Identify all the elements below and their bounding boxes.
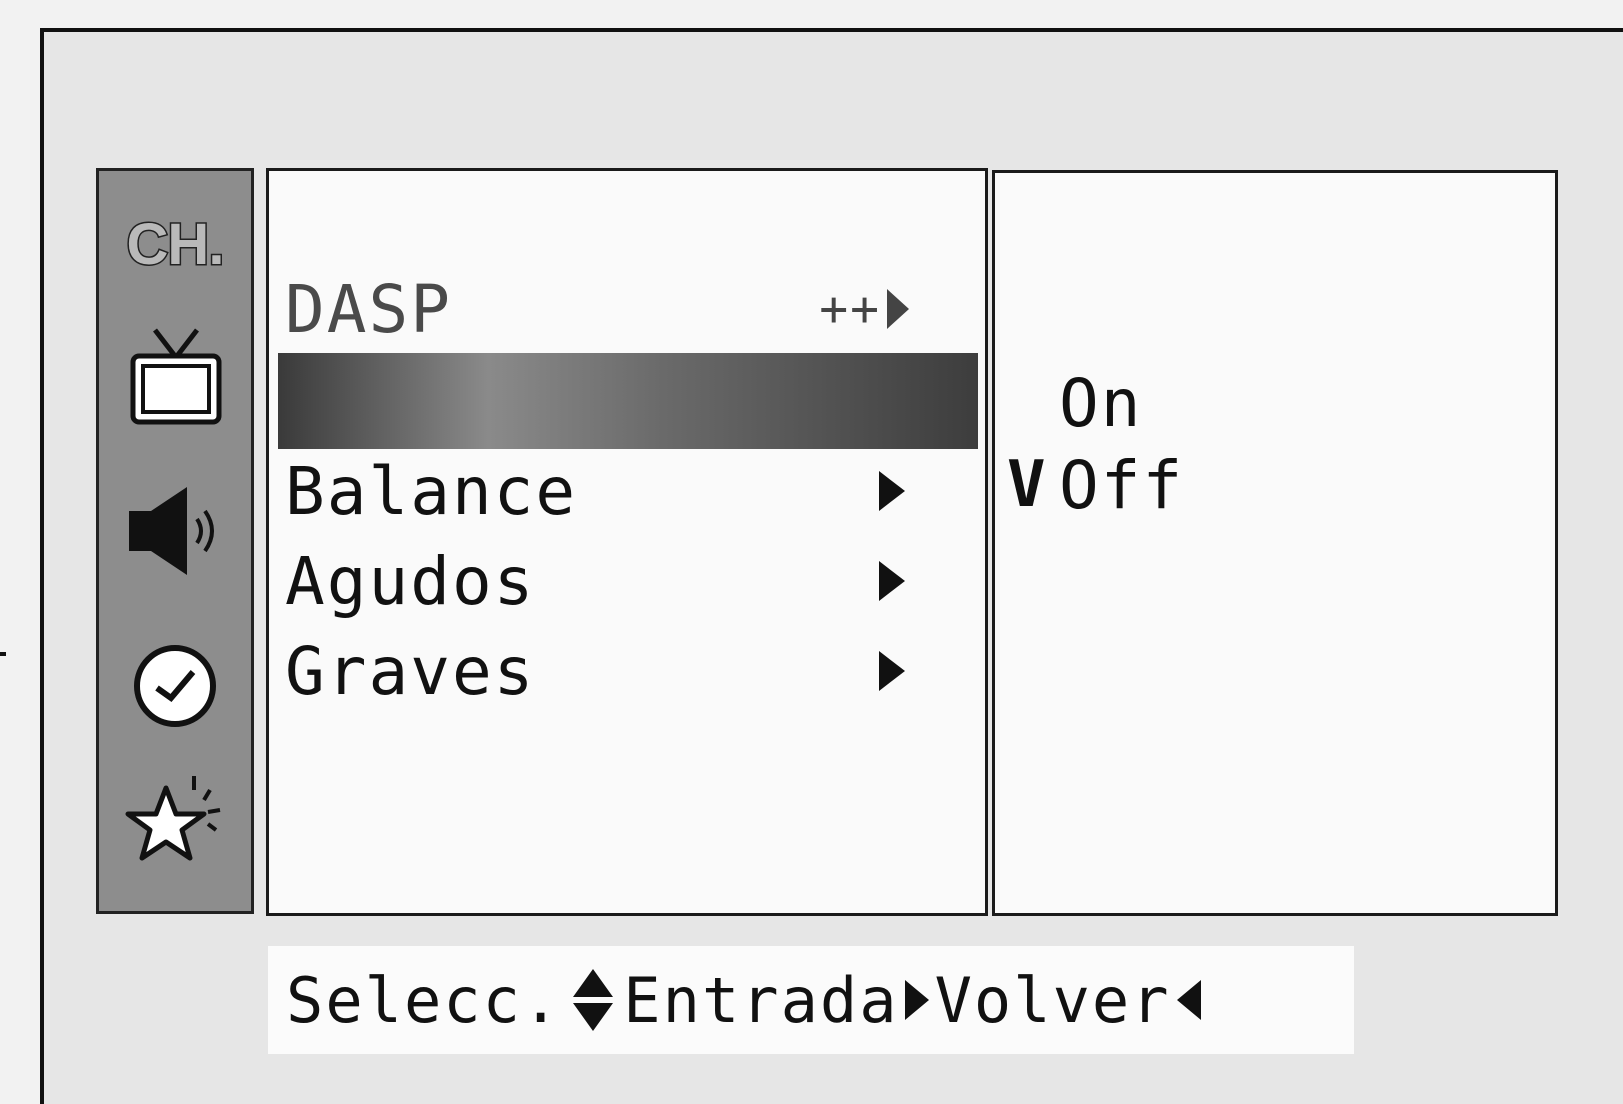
clock-icon[interactable] <box>99 631 251 741</box>
menu-item-agudos[interactable]: Agudos <box>285 541 925 621</box>
audio-menu-panel: DASP ++ Balance Agudos Graves <box>266 168 988 916</box>
up-down-icon <box>565 965 619 1035</box>
help-bar: Selecc. Entrada Volver <box>268 946 1354 1054</box>
menu-item-dasp[interactable]: DASP ++ <box>285 269 925 349</box>
tv-icon[interactable] <box>99 321 251 431</box>
option-panel: On V Off <box>992 170 1558 916</box>
select-hint-label: Selecc. <box>286 963 562 1037</box>
option-off[interactable]: V Off <box>1007 445 1184 525</box>
channel-category[interactable]: CH. <box>99 209 251 279</box>
arrow-right-icon <box>904 980 929 1020</box>
option-on[interactable]: On <box>1007 363 1142 443</box>
menu-item-balance[interactable]: Balance <box>285 451 925 531</box>
edge-mark <box>0 652 6 656</box>
check-mark-icon: V <box>1007 448 1048 522</box>
menu-item-label: Graves <box>285 632 536 710</box>
menu-item-selected[interactable] <box>278 353 978 449</box>
back-hint-label: Volver <box>934 963 1171 1037</box>
option-label: Off <box>1059 446 1185 524</box>
menu-item-graves[interactable]: Graves <box>285 631 925 711</box>
enter-hint-label: Entrada <box>623 963 899 1037</box>
star-icon[interactable] <box>99 761 251 881</box>
category-sidebar: CH. <box>96 168 254 914</box>
arrow-left-icon <box>1176 980 1201 1020</box>
arrow-right-icon <box>879 471 905 511</box>
speaker-icon[interactable] <box>99 476 251 586</box>
arrow-right-icon <box>879 651 905 691</box>
arrow-right-icon <box>879 561 905 601</box>
submenu-arrows-icon: ++ <box>819 281 909 337</box>
channel-label: CH. <box>125 210 226 278</box>
menu-item-label: Agudos <box>285 542 536 620</box>
option-label: On <box>1059 364 1143 442</box>
menu-item-label: Balance <box>285 452 578 530</box>
